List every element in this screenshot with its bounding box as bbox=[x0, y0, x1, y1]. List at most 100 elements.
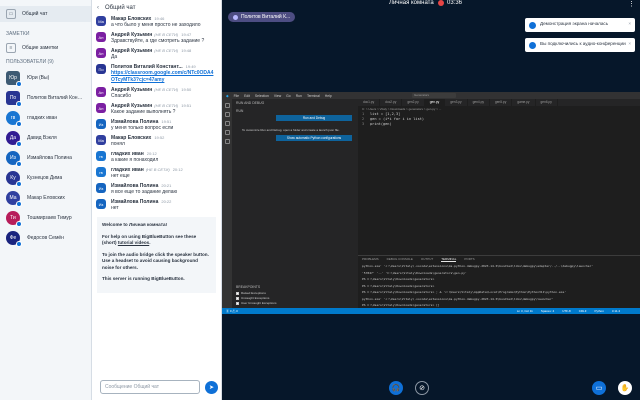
chat-message: Из Измайлова Полина 20:22 нет bbox=[96, 199, 217, 212]
user-list-item[interactable]: Да Давид Вэкля bbox=[0, 128, 91, 148]
avatar: Ан bbox=[96, 87, 106, 97]
offline-label: (НЕ В СЕТИ) bbox=[154, 48, 179, 53]
vscode-activity-bar bbox=[222, 99, 232, 308]
debug-icon bbox=[224, 130, 230, 135]
avatar: По bbox=[96, 64, 106, 74]
shared-notes-label: Общие заметки bbox=[22, 45, 59, 51]
avatar: Ти bbox=[6, 211, 22, 227]
panel-tab: OUTPUT bbox=[420, 257, 434, 261]
vscode-terminal-panel: PROBLEMS DEBUG CONSOLE OUTPUT TERMINAL PORTS… bbox=[358, 255, 640, 308]
source-control-icon bbox=[224, 121, 230, 126]
message-body: Андрей Кузьмин (НЕ В СЕТИ) 19:48 Да bbox=[111, 48, 217, 61]
chat-message: По Политов Виталий Констант... 19:49 https:… bbox=[96, 64, 217, 84]
user-name: Давид Вэкля bbox=[27, 135, 57, 141]
welcome-server: This server is running BigBlueButton. bbox=[102, 276, 185, 281]
avatar: Из bbox=[96, 119, 106, 129]
user-list-item[interactable]: Ти Тошмирзаев Тимур bbox=[0, 208, 91, 228]
recording-indicator[interactable]: 03:36 bbox=[438, 0, 462, 6]
vscode-run-button: Run and Debug bbox=[276, 115, 352, 121]
presenter-name: Политов Виталий К... bbox=[241, 14, 291, 20]
chat-message: гв гладких иван (НЕ В СЕТИ) 20:12 нет еще bbox=[96, 167, 217, 180]
line-number: 3 bbox=[362, 122, 365, 126]
vscode-tab: gen6.py bbox=[536, 99, 558, 106]
toast-close-icon[interactable]: × bbox=[628, 21, 631, 27]
options-icon[interactable]: ⋮ bbox=[628, 0, 635, 8]
presenter-pill[interactable]: Политов Виталий К... bbox=[228, 12, 296, 22]
message-author: Андрей Кузьмин bbox=[111, 48, 153, 54]
chat-message: Ан Андрей Кузьмин (НЕ В СЕТИ) 19:50 Спасибо bbox=[96, 87, 217, 100]
message-text: Какое задание выполнять ? bbox=[111, 109, 176, 115]
vscode-menu-item: Edit bbox=[244, 93, 250, 98]
user-list-item[interactable]: Ку Кузнецов Дима bbox=[0, 168, 91, 188]
vscode-editor: 1 list = [1,2,3] 2 gen = (i*i for i in list… bbox=[362, 112, 424, 127]
message-time: 19:51 bbox=[161, 119, 172, 124]
message-time: 20:21 bbox=[161, 183, 172, 188]
code-line: 3 print(gen) bbox=[362, 122, 424, 127]
chat-message-input[interactable]: Сообщение Общий чат bbox=[100, 380, 200, 394]
hide-chat-icon[interactable]: ‹ bbox=[97, 5, 99, 11]
code-text: gen = (i*i for i in list) bbox=[370, 117, 425, 121]
message-body: Андрей Кузьмин (НЕ В СЕТИ) 19:47 Здравствуй… bbox=[111, 32, 217, 45]
record-icon bbox=[438, 0, 444, 6]
message-text: Здравствуйте, а где смотреть задание ? bbox=[111, 38, 205, 44]
message-body: Макар Еловских 19:46 а что было у меня про… bbox=[111, 16, 217, 29]
user-list-item[interactable]: Фе Федосов Семён bbox=[0, 228, 91, 248]
toast-close-icon[interactable]: × bbox=[628, 41, 631, 47]
message-link[interactable]: https://classroom.google.com/c/NTc0ODA4O… bbox=[111, 70, 217, 84]
send-message-button[interactable]: ➤ bbox=[205, 381, 218, 394]
room-title: Личная комната bbox=[389, 0, 434, 6]
chat-message: Ан Андрей Кузьмин (НЕ В СЕТИ) 19:48 Да bbox=[96, 48, 217, 61]
message-body: Макар Еловских 19:52 понял bbox=[111, 135, 217, 148]
panel-tabs: PROBLEMS DEBUG CONSOLE OUTPUT TERMINAL PORTS bbox=[358, 256, 640, 263]
camera-button[interactable]: ⊘ bbox=[415, 381, 429, 395]
avatar: Из bbox=[96, 199, 106, 209]
welcome-audio: To join the audio bridge click the speak… bbox=[102, 251, 209, 270]
message-list: Ма Макар Еловских 19:46 а что было у меня п… bbox=[92, 16, 221, 370]
avatar: По bbox=[6, 91, 22, 107]
avatar: Ку bbox=[6, 171, 22, 187]
avatar: Из bbox=[96, 183, 106, 193]
raise-hand-button[interactable]: ✋ bbox=[618, 381, 632, 395]
message-time: 19:47 bbox=[181, 32, 192, 37]
terminal-output: python.exe' 'c:\Users\Vitaly\.vscode\ext… bbox=[358, 263, 640, 309]
recording-time: 03:36 bbox=[447, 0, 463, 6]
mic-icon bbox=[16, 121, 22, 127]
breakpoint-item: Raised Exceptions bbox=[236, 291, 266, 295]
search-icon bbox=[224, 112, 230, 117]
user-list-item[interactable]: гв гладких иван bbox=[0, 108, 91, 128]
info-icon bbox=[529, 42, 536, 49]
shared-notes-item[interactable]: ≡ Общие заметки bbox=[0, 40, 91, 56]
offline-label: (НЕ В СЕТИ) bbox=[154, 87, 179, 92]
user-list-item[interactable]: Из Измайлова Полина bbox=[0, 148, 91, 168]
offline-label: (НЕ В СЕТИ) bbox=[154, 32, 179, 37]
user-name: Макар Еловских bbox=[27, 195, 65, 201]
public-chat-item[interactable]: ▭ Общий чат bbox=[0, 6, 91, 22]
message-time: 20:12 bbox=[172, 167, 183, 172]
status-item: Python bbox=[594, 309, 604, 313]
offline-label: (НЕ В СЕТИ) bbox=[145, 167, 170, 172]
chat-message: Из Измайлова Полина 19:51 у меня только воп… bbox=[96, 119, 217, 132]
message-time: 20:22 bbox=[161, 199, 172, 204]
user-list-item[interactable]: Ма Макар Еловских bbox=[0, 188, 91, 208]
message-time: 19:50 bbox=[181, 87, 192, 92]
public-chat-label: Общий чат bbox=[22, 11, 48, 17]
screenshare-vscode[interactable]: ◆ File Edit Selection View Go Run Terminal Help … bbox=[222, 92, 640, 314]
screenshare-button[interactable]: ▭ bbox=[592, 381, 606, 395]
users-section-title: ПОЛЬЗОВАТЕЛИ (9) bbox=[6, 59, 54, 65]
breakpoint-item: User Uncaught Exceptions bbox=[236, 301, 277, 305]
user-name: Измайлова Полина bbox=[27, 155, 72, 161]
code-text: list = [1,2,3] bbox=[370, 112, 401, 116]
user-list: Юр Юри (Вы) По Политов Виталий Константинов… bbox=[0, 68, 91, 248]
tutorial-link[interactable]: tutorial videos bbox=[118, 240, 149, 245]
avatar: Фе bbox=[6, 231, 22, 247]
audio-headset-button[interactable]: 🎧 bbox=[389, 381, 403, 395]
mic-icon bbox=[16, 161, 22, 167]
message-body: Измайлова Полина 19:51 у меня только вопро… bbox=[111, 119, 217, 132]
message-body: Измайлова Полина 20:22 нет bbox=[111, 199, 217, 212]
panel-tab: TERMINAL bbox=[441, 257, 457, 262]
user-name: Юри (Вы) bbox=[27, 75, 50, 81]
user-list-item[interactable]: По Политов Виталий Константинови bbox=[0, 88, 91, 108]
user-list-item[interactable]: Юр Юри (Вы) bbox=[0, 68, 91, 88]
chat-message: Ан Андрей Кузьмин (НЕ В СЕТИ) 19:47 Здравств… bbox=[96, 32, 217, 45]
chat-message: Ма Макар Еловских 19:46 а что было у меня п… bbox=[96, 16, 217, 29]
